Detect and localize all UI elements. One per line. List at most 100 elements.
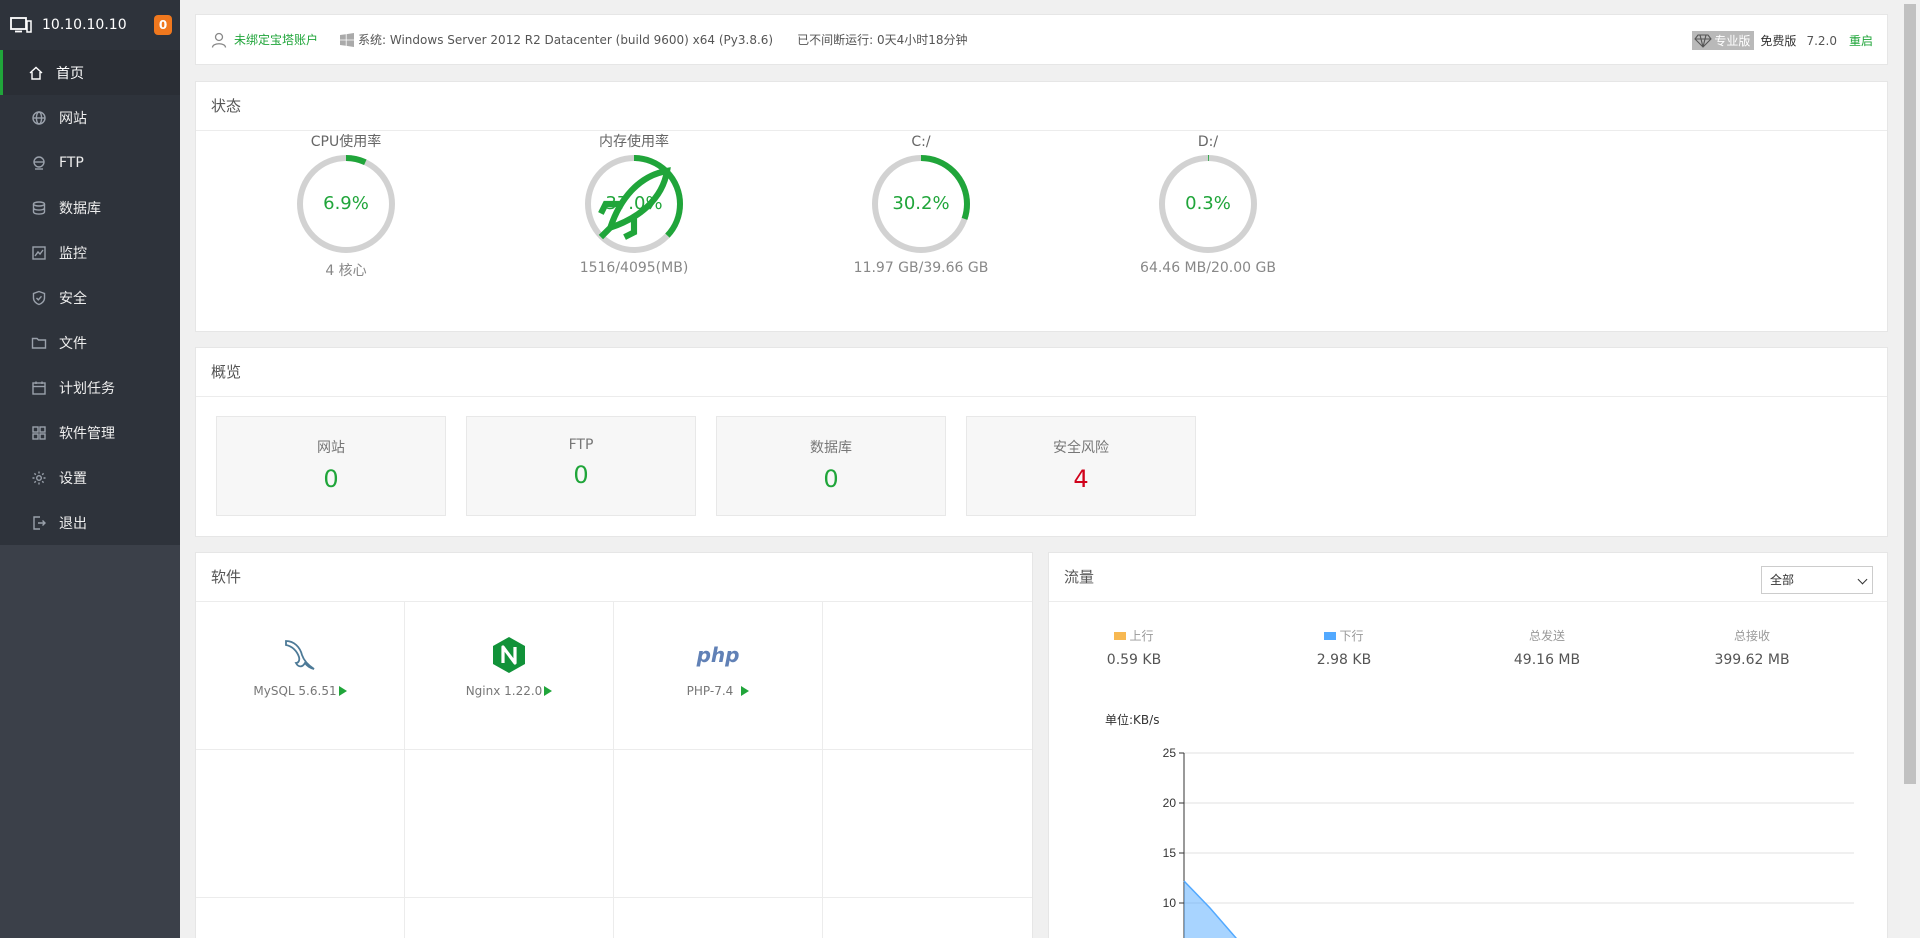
traffic-stat-sent: 总发送 49.16 MB xyxy=(1487,627,1607,668)
down-value: 2.98 KB xyxy=(1316,652,1372,668)
page-scrollbar-thumb[interactable] xyxy=(1904,4,1916,784)
logout-icon xyxy=(31,515,47,531)
overview-panel: 概览 网站 0 FTP 0 数据库 0 安全风险 4 xyxy=(195,347,1888,537)
sidebar-item-label: 数据库 xyxy=(59,200,101,217)
overview-box-database[interactable]: 数据库 0 xyxy=(716,416,946,516)
overview-label: 数据库 xyxy=(810,440,852,456)
windows-icon xyxy=(340,32,355,47)
play-icon[interactable] xyxy=(741,686,750,696)
traffic-chart: 252015105 xyxy=(1163,746,1854,938)
diamond-icon xyxy=(1694,33,1713,48)
pro-edition-button[interactable]: 专业版 xyxy=(1692,31,1755,50)
status-panel: 状态 CPU使用率 6.9% 4 核心 内存使用率 37.0% 1516/4095(MB)… xyxy=(195,81,1888,332)
overview-box-ftp[interactable]: FTP 0 xyxy=(466,416,696,516)
overview-value: 4 xyxy=(1073,465,1089,493)
sidebar-item-ftp[interactable]: FTP xyxy=(0,140,180,185)
gauge-ring: 6.9% xyxy=(294,152,398,256)
play-icon[interactable] xyxy=(544,686,553,696)
y-tick-label: 25 xyxy=(1163,746,1177,760)
sidebar-item-files[interactable]: 文件 xyxy=(0,320,180,365)
host-header[interactable]: 10.10.10.10 0 xyxy=(0,0,180,50)
gauge-detail: 11.97 GB/39.66 GB xyxy=(853,260,989,276)
overview-box-security-risk[interactable]: 安全风险 4 xyxy=(966,416,1196,516)
sidebar-item-home[interactable]: 首页 xyxy=(0,50,180,95)
sidebar-item-logout[interactable]: 退出 xyxy=(0,500,180,545)
software-slot-empty xyxy=(196,750,405,898)
mysql-dolphin-icon xyxy=(285,640,315,670)
total-sent-value: 49.16 MB xyxy=(1513,652,1581,668)
traffic-stat-up: 上行 0.59 KB xyxy=(1074,627,1194,668)
pro-edition-label: 专业版 xyxy=(1714,34,1751,48)
gauge-disk-d[interactable]: D:/ 0.3% 64.46 MB/20.00 GB xyxy=(1108,132,1308,276)
gauge-detail: 1516/4095(MB) xyxy=(579,260,689,276)
gauge-cpu[interactable]: CPU使用率 6.9% 4 核心 xyxy=(246,132,446,280)
gauge-ring: 0.3% xyxy=(1156,152,1260,256)
software-slot-empty xyxy=(196,898,405,938)
sidebar-item-label: 安全 xyxy=(59,290,87,307)
total-recv-value: 399.62 MB xyxy=(1714,652,1790,668)
sidebar-item-label: 计划任务 xyxy=(59,380,115,397)
software-mysql[interactable]: MySQL 5.6.51 xyxy=(196,602,405,750)
up-label: 上行 xyxy=(1129,629,1154,643)
system-info: 系统: Windows Server 2012 R2 Datacenter (b… xyxy=(358,33,774,47)
monitor-chart-icon xyxy=(31,245,47,261)
software-slot-empty xyxy=(823,898,1032,938)
sidebar-item-label: 监控 xyxy=(59,245,87,262)
php-icon: php xyxy=(696,643,740,667)
version-label: 7.2.0 xyxy=(1806,33,1837,48)
sidebar-item-settings[interactable]: 设置 xyxy=(0,455,180,500)
sidebar-item-database[interactable]: 数据库 xyxy=(0,185,180,230)
software-slot-empty xyxy=(405,750,614,898)
overview-value: 0 xyxy=(323,465,339,493)
folder-icon xyxy=(31,335,47,351)
restart-link[interactable]: 重启 xyxy=(1849,32,1873,49)
sidebar-item-software[interactable]: 软件管理 xyxy=(0,410,180,455)
chevron-down-icon xyxy=(1857,574,1868,585)
bind-account-link[interactable]: 未绑定宝塔账户 xyxy=(234,31,318,48)
sidebar: 10.10.10.10 0 首页 网站 FTP 数据库 监控 安全 文件 计划任… xyxy=(0,0,180,938)
software-slot-empty xyxy=(614,750,823,898)
overview-title: 概览 xyxy=(196,348,1887,397)
gauge-title: CPU使用率 xyxy=(310,134,382,150)
shield-icon xyxy=(31,290,47,306)
user-icon xyxy=(211,32,227,48)
total-sent-label: 总发送 xyxy=(1528,629,1565,643)
software-nginx[interactable]: Nginx 1.22.0 xyxy=(405,602,614,750)
total-recv-label: 总接收 xyxy=(1733,629,1770,643)
monitor-icon xyxy=(10,17,32,33)
gauge-detail: 4 核心 xyxy=(325,263,367,279)
legend-swatch-up xyxy=(1114,631,1127,640)
traffic-interface-select[interactable]: 全部 xyxy=(1761,566,1873,594)
sidebar-item-label: 首页 xyxy=(56,65,84,82)
software-slot-empty xyxy=(823,750,1032,898)
notification-badge[interactable]: 0 xyxy=(154,15,172,35)
globe-icon xyxy=(31,110,47,126)
sidebar-item-website[interactable]: 网站 xyxy=(0,95,180,140)
grid-icon xyxy=(31,425,47,441)
gauge-disk-c[interactable]: C:/ 30.2% 11.97 GB/39.66 GB xyxy=(821,132,1021,276)
gauge-title: D:/ xyxy=(1197,134,1219,150)
up-value: 0.59 KB xyxy=(1106,652,1162,668)
traffic-stat-down: 下行 2.98 KB xyxy=(1284,627,1404,668)
overview-box-website[interactable]: 网站 0 xyxy=(216,416,446,516)
sidebar-item-label: 设置 xyxy=(59,470,87,487)
series-area-down xyxy=(1184,881,1236,938)
sidebar-item-security[interactable]: 安全 xyxy=(0,275,180,320)
sidebar-item-monitor[interactable]: 监控 xyxy=(0,230,180,275)
server-info-bar: 未绑定宝塔账户 系统: Windows Server 2012 R2 Datac… xyxy=(195,14,1888,65)
ftp-icon xyxy=(31,155,47,171)
sidebar-item-label: FTP xyxy=(59,154,84,171)
gauge-title: C:/ xyxy=(911,134,931,150)
y-tick-label: 10 xyxy=(1163,896,1177,910)
play-icon[interactable] xyxy=(338,686,347,696)
sidebar-item-cron[interactable]: 计划任务 xyxy=(0,365,180,410)
gauge-detail: 64.46 MB/20.00 GB xyxy=(1140,260,1276,276)
sidebar-item-label: 网站 xyxy=(59,110,87,127)
gauge-memory[interactable]: 内存使用率 37.0% 1516/4095(MB) xyxy=(534,132,734,276)
software-slot-empty xyxy=(405,898,614,938)
software-php[interactable]: php PHP-7.4 xyxy=(614,602,823,750)
software-panel: 软件 MySQL 5.6.51 Nginx 1.22.0 php PHP-7.4 xyxy=(195,552,1033,938)
gauge-percent: 30.2% xyxy=(892,193,950,214)
overview-label: 网站 xyxy=(317,440,345,456)
main-content: 未绑定宝塔账户 系统: Windows Server 2012 R2 Datac… xyxy=(180,0,1900,938)
